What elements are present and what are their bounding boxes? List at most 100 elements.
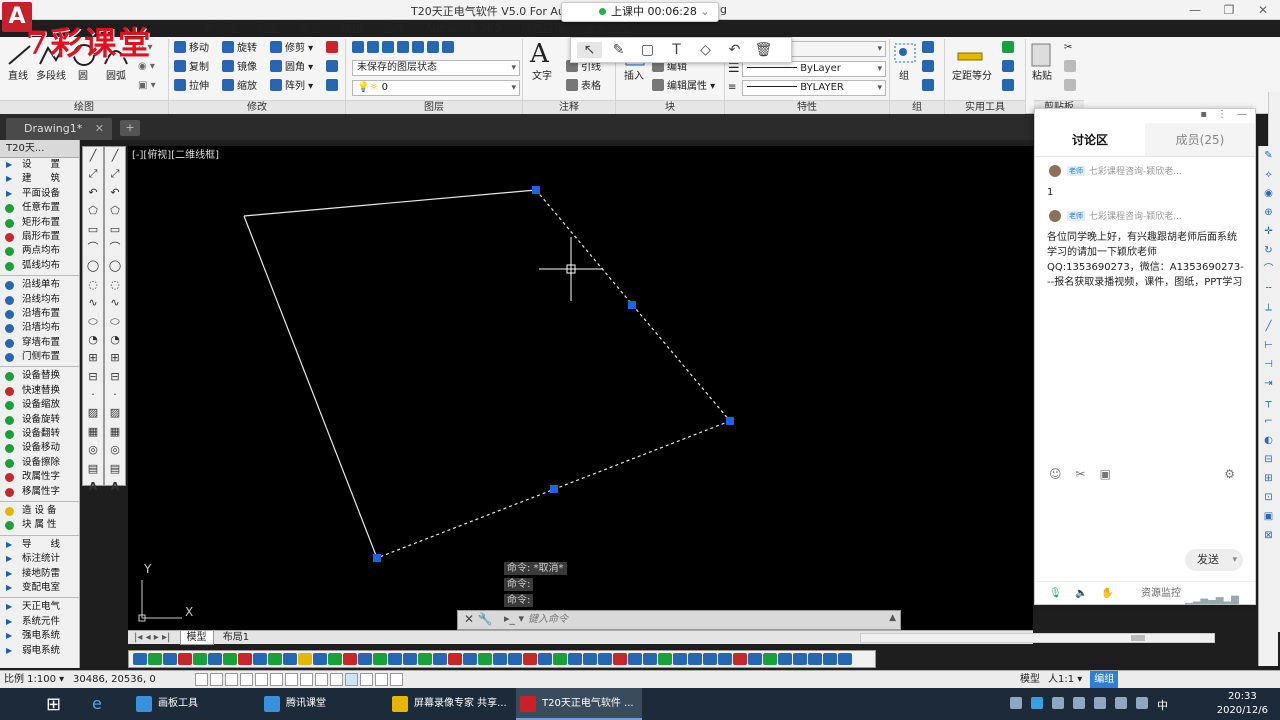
shape-tool-icon[interactable]: ▢ — [635, 42, 660, 58]
tool-icon[interactable]: ⬭ — [83, 313, 103, 331]
toolbar-tool-icon[interactable] — [238, 653, 252, 665]
text-icon[interactable]: A — [105, 478, 125, 496]
restore-button[interactable]: ❐ — [1212, 0, 1246, 20]
right-tool-icon[interactable]: ⌐ — [1259, 412, 1278, 431]
image-icon[interactable]: ▣ — [1100, 467, 1111, 487]
palette-item[interactable]: 设备缩放 — [0, 398, 79, 412]
copy-button[interactable]: 复制 — [174, 60, 209, 75]
match-icon[interactable] — [1064, 79, 1079, 94]
array-button[interactable]: 阵列 ▾ — [270, 79, 313, 94]
status-toggle-icon[interactable] — [210, 673, 223, 686]
tool-icon[interactable]: ↶ — [83, 184, 103, 202]
status-toggle-icon[interactable] — [300, 673, 313, 686]
palette-item[interactable]: 设备翻转 — [0, 427, 79, 441]
send-button[interactable]: 发送 ▾ — [1185, 549, 1243, 571]
grip-handle[interactable] — [532, 186, 540, 194]
fillet-button[interactable]: 圆角 ▾ — [270, 60, 313, 75]
palette-item[interactable]: 造 设 备 — [0, 504, 79, 518]
toolbar-tool-icon[interactable] — [253, 653, 267, 665]
right-tool-icon[interactable]: ↻ — [1259, 241, 1278, 260]
tray-icon[interactable] — [1094, 697, 1106, 709]
right-tool-icon[interactable]: ⊣ — [1259, 355, 1278, 374]
right-tool-icon[interactable]: ⊕ — [1259, 203, 1278, 222]
layer-dropdown[interactable]: 💡☼ 0 — [352, 80, 520, 96]
panel-draw[interactable]: 绘图 — [0, 100, 168, 114]
palette-item[interactable]: 沿线均布 — [0, 293, 79, 307]
grip-handle[interactable] — [726, 417, 734, 425]
panel-group[interactable]: 组 — [890, 100, 944, 114]
resource-monitor[interactable]: 资源监控 — [1141, 582, 1181, 606]
tab-manage[interactable]: 管理 — [289, 21, 331, 37]
panel-modify[interactable]: 修改 — [169, 100, 345, 114]
move-button[interactable]: 移动 — [174, 41, 209, 56]
clock[interactable]: 20:33 2020/12/6 — [1217, 690, 1268, 718]
palette-item[interactable]: 设备移动 — [0, 441, 79, 455]
palette-item[interactable]: ▶ 天正电气 — [0, 600, 79, 614]
sender-name[interactable]: 七彩课程咨询-颖欣老... — [1089, 165, 1245, 179]
panel-block[interactable]: 块 — [616, 100, 724, 114]
tab-view[interactable]: 视图 — [247, 21, 289, 37]
toolbar-tool-icon[interactable] — [568, 653, 582, 665]
group-button[interactable]: 组 — [899, 70, 909, 84]
toolbar-tool-icon[interactable] — [493, 653, 507, 665]
toolbar-tool-icon[interactable] — [418, 653, 432, 665]
toolbar-tool-icon[interactable] — [553, 653, 567, 665]
edit-attr-button[interactable]: 编辑属性 ▾ — [652, 79, 715, 94]
palette-item[interactable]: 任意布置 — [0, 201, 79, 215]
right-tool-icon[interactable]: ✛ — [1259, 222, 1278, 241]
palette-item[interactable]: 沿墙均布 — [0, 321, 79, 335]
edge-icon[interactable]: e — [92, 694, 102, 713]
palette-item[interactable]: ▶ 平面设备 — [0, 187, 79, 201]
tab-layout1[interactable]: 布局1 — [217, 631, 255, 644]
circle-button[interactable]: 圆 — [78, 70, 88, 84]
palette-item[interactable]: 沿墙布置 — [0, 307, 79, 321]
scissors-icon[interactable]: ✂ — [1076, 467, 1086, 487]
line-button[interactable]: 直线 — [8, 70, 28, 84]
status-toggle-icon[interactable] — [240, 673, 253, 686]
tool-icon[interactable]: ⊞ — [105, 349, 125, 367]
layout-nav-icon[interactable]: |◂ ◂ ▸ ▸| — [128, 631, 176, 644]
arc-button[interactable]: 圆弧 — [106, 70, 126, 84]
tab-model[interactable]: 模型 — [179, 631, 214, 645]
palette-item[interactable]: 设备旋转 — [0, 413, 79, 427]
tool-icon[interactable]: ▦ — [105, 423, 125, 441]
toolbar-tool-icon[interactable] — [313, 653, 327, 665]
right-tool-icon[interactable]: ┬ — [1259, 393, 1278, 412]
group-edit-badge[interactable]: 编组 — [1090, 671, 1119, 688]
text-button[interactable]: 文字 — [532, 70, 552, 84]
group-edit-icon[interactable] — [922, 60, 937, 75]
tool-icon[interactable]: ▦ — [83, 423, 103, 441]
model-space-toggle[interactable]: 模型 — [1020, 671, 1040, 688]
panel-layer[interactable]: 图层 — [346, 100, 522, 114]
volume-icon[interactable] — [1136, 697, 1148, 709]
close-button[interactable]: ✕ — [1246, 0, 1280, 20]
palette-item[interactable]: ▶ 系统元件 — [0, 615, 79, 629]
tab-featured-apps[interactable]: 精选应用 — [511, 21, 575, 37]
shield-icon[interactable] — [1031, 697, 1043, 709]
tab-plugin[interactable]: 插件 — [373, 21, 415, 37]
tab-output[interactable]: 输出 — [331, 21, 373, 37]
minimize-panel-icon[interactable]: — — [1237, 109, 1247, 123]
command-input[interactable]: 键入命令 — [528, 613, 898, 627]
toolbar-tool-icon[interactable] — [673, 653, 687, 665]
palette-item[interactable]: 两点均布 — [0, 244, 79, 258]
toolbar-tool-icon[interactable] — [793, 653, 807, 665]
toolbar-tool-icon[interactable] — [163, 653, 177, 665]
right-tool-icon[interactable]: ⊡ — [1259, 488, 1278, 507]
scale-button[interactable]: 缩放 — [222, 79, 257, 94]
tool-icon[interactable]: ◌ — [105, 276, 125, 294]
right-tool-icon[interactable]: ⇥ — [1259, 374, 1278, 393]
group-icon[interactable] — [892, 41, 920, 67]
toolbar-tool-icon[interactable] — [433, 653, 447, 665]
text-icon[interactable]: A — [530, 39, 549, 69]
utility-icon-3[interactable] — [1002, 79, 1017, 94]
minimize-button[interactable]: — — [1178, 0, 1212, 20]
palette-item[interactable]: 弧线均布 — [0, 259, 79, 273]
palette-item[interactable]: ▶ 弱电系统 — [0, 644, 79, 658]
command-expand-icon[interactable]: ▲ — [889, 613, 896, 623]
horizontal-scrollbar[interactable] — [860, 633, 1215, 643]
status-toggle-icon[interactable] — [360, 673, 373, 686]
trim-button[interactable]: 修剪 ▾ — [270, 41, 313, 56]
measure-button[interactable]: 定距等分 — [952, 70, 992, 84]
tool-icon[interactable]: ↶ — [105, 184, 125, 202]
